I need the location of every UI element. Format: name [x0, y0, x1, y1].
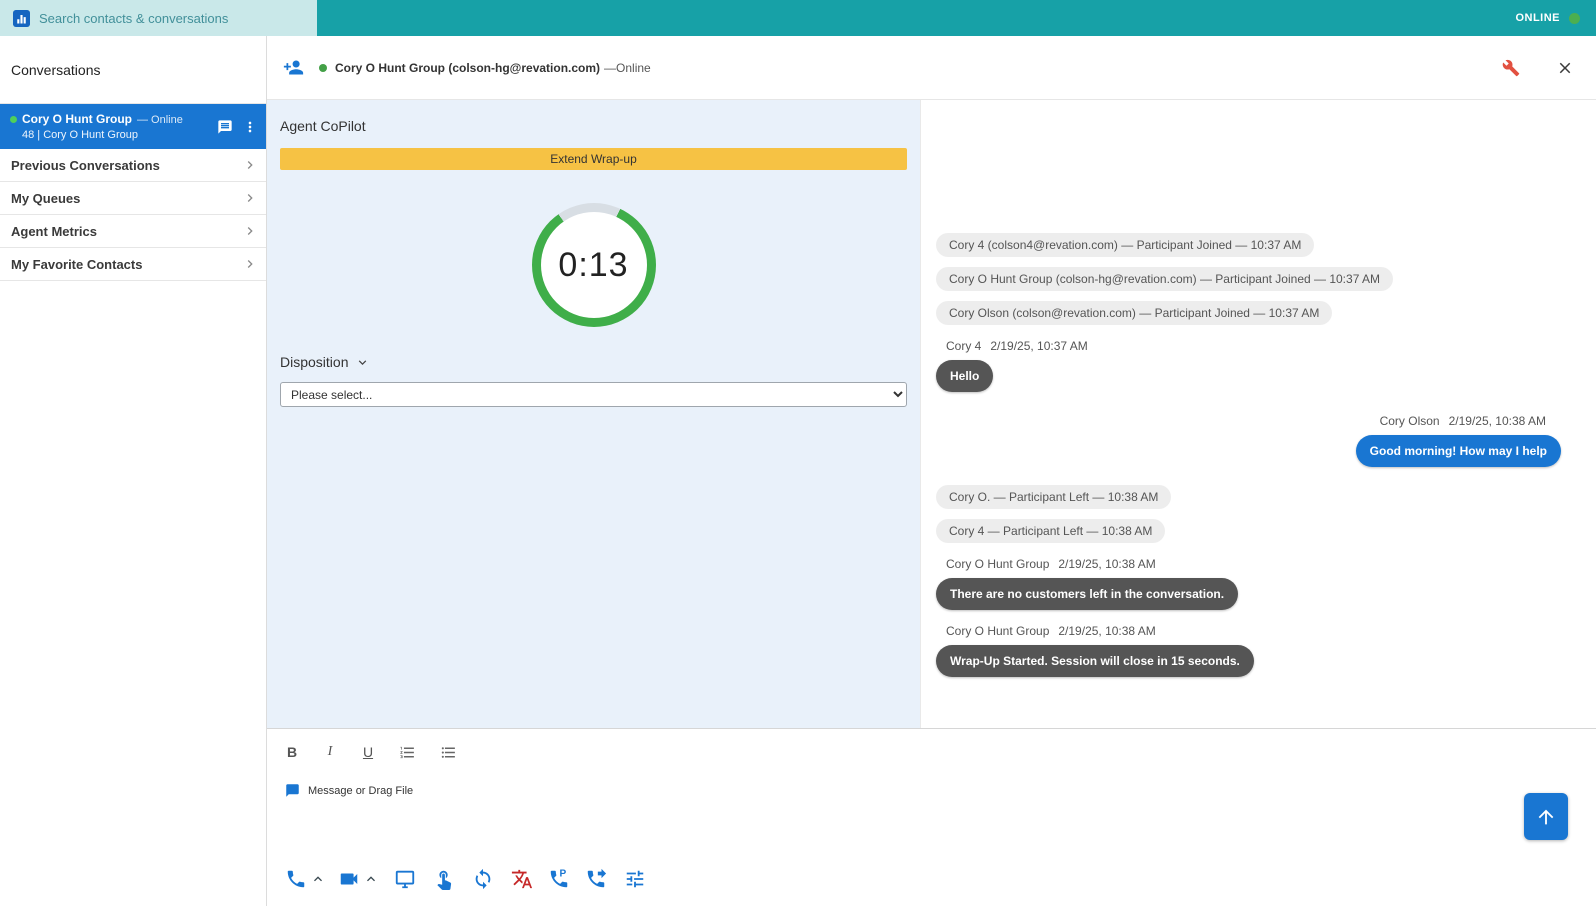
conversation-title: Cory O Hunt Group (colson-hg@revation.co… — [335, 61, 600, 75]
disposition-select[interactable]: Please select... — [280, 382, 907, 407]
conversation-list-item[interactable]: Cory O Hunt Group — Online 48 | Cory O H… — [0, 104, 266, 149]
sidebar: Conversations Cory O Hunt Group — Online… — [0, 36, 267, 906]
app-logo-icon — [13, 10, 30, 27]
bulleted-list-button[interactable] — [440, 744, 457, 761]
participant-event-pill: Cory O Hunt Group (colson-hg@revation.co… — [936, 267, 1393, 291]
send-button[interactable] — [1524, 793, 1568, 840]
video-call-button[interactable] — [338, 868, 360, 890]
message-timestamp: 2/19/25, 10:37 AM — [990, 339, 1087, 353]
extend-wrapup-button[interactable]: Extend Wrap-up — [280, 148, 907, 170]
composer: B I U Message or Drag File — [267, 728, 1596, 906]
wrapup-timer-value: 0:13 — [541, 212, 647, 318]
participant-event-pill: Cory O. — Participant Left — 10:38 AM — [936, 485, 1171, 509]
message-bubble: Good morning! How may I help — [1356, 435, 1561, 467]
sidebar-item-my-favorite-contacts[interactable]: My Favorite Contacts — [0, 248, 266, 281]
message-meta: Cory O Hunt Group 2/19/25, 10:38 AM — [936, 624, 1156, 638]
close-icon[interactable] — [1556, 59, 1574, 77]
message-sender: Cory Olson — [1380, 414, 1440, 428]
refresh-session-button[interactable] — [472, 868, 494, 890]
online-status-label: ONLINE — [1515, 12, 1560, 24]
copilot-title: Agent CoPilot — [280, 118, 907, 134]
underline-button[interactable]: U — [361, 744, 375, 760]
video-options-chevron-icon[interactable] — [363, 871, 379, 887]
conversation-name: Cory O Hunt Group — [22, 112, 132, 126]
global-search[interactable] — [0, 0, 317, 36]
screen-share-button[interactable] — [394, 868, 416, 890]
online-dot-icon — [1569, 13, 1580, 24]
presence-dot-icon — [10, 116, 17, 123]
sidebar-item-label: Previous Conversations — [11, 158, 160, 173]
settings-tune-button[interactable] — [624, 868, 646, 890]
message-input[interactable]: Message or Drag File — [285, 783, 705, 798]
app-window: ONLINE Conversations Cory O Hunt Group —… — [0, 0, 1596, 906]
chat-panel: Cory 4 (colson4@revation.com) — Particip… — [920, 100, 1596, 728]
message-meta: Cory 4 2/19/25, 10:37 AM — [936, 339, 1088, 353]
chevron-right-icon — [242, 223, 258, 239]
chat-bubble-icon — [285, 783, 300, 798]
chevron-right-icon — [242, 256, 258, 272]
call-actions-toolbar: P — [285, 868, 646, 890]
disposition-label: Disposition — [280, 354, 348, 370]
conversation-header: Cory O Hunt Group (colson-hg@revation.co… — [267, 36, 1596, 100]
sidebar-item-my-queues[interactable]: My Queues — [0, 182, 266, 215]
main-content: Cory O Hunt Group (colson-hg@revation.co… — [267, 36, 1596, 906]
sidebar-title: Conversations — [0, 36, 266, 104]
message-bubble: Wrap-Up Started. Session will close in 1… — [936, 645, 1254, 677]
message-input-placeholder: Message or Drag File — [308, 785, 413, 797]
agent-copilot-panel: Agent CoPilot Extend Wrap-up 0:13 Dispos… — [267, 100, 920, 728]
phone-options-chevron-icon[interactable] — [310, 871, 326, 887]
sidebar-item-label: My Favorite Contacts — [11, 257, 142, 272]
chevron-right-icon — [242, 190, 258, 206]
message-timestamp: 2/19/25, 10:38 AM — [1058, 557, 1155, 571]
message-sender: Cory 4 — [946, 339, 981, 353]
call-transfer-button[interactable] — [585, 868, 607, 890]
participant-event-pill: Cory 4 (colson4@revation.com) — Particip… — [936, 233, 1314, 257]
participant-event-pill: Cory 4 — Participant Left — 10:38 AM — [936, 519, 1165, 543]
wrench-icon[interactable] — [1502, 59, 1520, 77]
more-vert-icon[interactable] — [242, 119, 258, 135]
translate-button[interactable] — [511, 868, 533, 890]
message-meta: Cory O Hunt Group 2/19/25, 10:38 AM — [936, 557, 1156, 571]
phone-call-button[interactable] — [285, 868, 307, 890]
wrapup-timer-ring: 0:13 — [532, 203, 656, 327]
sidebar-item-label: My Queues — [11, 191, 80, 206]
chevron-right-icon — [242, 157, 258, 173]
call-park-button[interactable]: P — [548, 868, 570, 890]
chat-bubble-icon[interactable] — [217, 119, 233, 135]
sidebar-item-label: Agent Metrics — [11, 224, 97, 239]
format-toolbar: B I U — [267, 729, 1596, 761]
cobrowse-touch-button[interactable] — [433, 868, 455, 890]
svg-text:P: P — [559, 869, 566, 880]
message-meta: Cory Olson 2/19/25, 10:38 AM — [1370, 414, 1596, 428]
agent-status-control[interactable]: ONLINE — [1515, 12, 1596, 24]
conversation-info: Cory O Hunt Group — Online 48 | Cory O H… — [10, 112, 208, 141]
message-sender: Cory O Hunt Group — [946, 624, 1049, 638]
conversation-presence: — Online — [137, 114, 183, 126]
presence-dot-icon — [319, 64, 327, 72]
message-bubble: Hello — [936, 360, 993, 392]
person-add-icon[interactable] — [283, 57, 304, 78]
chevron-down-icon — [355, 355, 370, 370]
conversation-status: —Online — [604, 61, 651, 75]
bold-button[interactable]: B — [285, 744, 299, 760]
message-sender: Cory O Hunt Group — [946, 557, 1049, 571]
message-timestamp: 2/19/25, 10:38 AM — [1449, 414, 1546, 428]
topbar: ONLINE — [0, 0, 1596, 36]
participant-event-pill: Cory Olson (colson@revation.com) — Parti… — [936, 301, 1332, 325]
message-timestamp: 2/19/25, 10:38 AM — [1058, 624, 1155, 638]
search-input[interactable] — [39, 11, 317, 26]
ordered-list-button[interactable] — [399, 744, 416, 761]
italic-button[interactable]: I — [323, 744, 337, 760]
message-bubble: There are no customers left in the conve… — [936, 578, 1238, 610]
conversation-subtitle: 48 | Cory O Hunt Group — [10, 129, 208, 141]
sidebar-item-agent-metrics[interactable]: Agent Metrics — [0, 215, 266, 248]
disposition-toggle[interactable]: Disposition — [280, 354, 370, 370]
sidebar-item-previous-conversations[interactable]: Previous Conversations — [0, 149, 266, 182]
conversation-panels: Agent CoPilot Extend Wrap-up 0:13 Dispos… — [267, 100, 1596, 728]
